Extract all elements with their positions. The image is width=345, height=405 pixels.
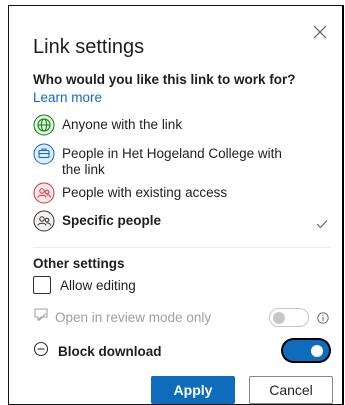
- option-label: Specific people: [62, 213, 162, 228]
- people-icon: [33, 182, 55, 204]
- allow-editing-checkbox[interactable]: Allow editing: [33, 276, 136, 294]
- review-mode-row: Open in review mode only: [33, 306, 333, 328]
- globe-icon: [33, 114, 55, 136]
- option-label: People with existing access: [62, 185, 228, 200]
- option-organization[interactable]: People in Het Hogeland College with the …: [33, 143, 293, 177]
- option-label: People in Het Hogeland College with the …: [62, 146, 282, 177]
- allow-editing-label: Allow editing: [60, 277, 136, 293]
- review-mode-toggle[interactable]: [269, 308, 309, 327]
- option-specific-people[interactable]: Specific people: [33, 210, 161, 232]
- people-icon: [33, 210, 55, 232]
- dialog-title: Link settings: [33, 36, 145, 58]
- toggle-knob: [311, 344, 323, 357]
- building-icon: [33, 143, 55, 165]
- toggle-knob: [273, 311, 285, 324]
- other-settings-title: Other settings: [33, 256, 125, 271]
- block-download-row: Block download: [33, 339, 333, 363]
- section-divider: [33, 247, 331, 248]
- block-download-toggle[interactable]: [283, 340, 329, 361]
- option-label: Anyone with the link: [62, 117, 183, 132]
- option-existing-access[interactable]: People with existing access: [33, 182, 227, 204]
- review-mode-label: Open in review mode only: [55, 309, 212, 325]
- learn-more-link[interactable]: Learn more: [33, 90, 102, 105]
- cancel-button[interactable]: Cancel: [249, 376, 333, 404]
- audience-question: Who would you like this link to work for…: [33, 72, 296, 87]
- review-icon: [33, 307, 49, 328]
- option-anyone[interactable]: Anyone with the link: [33, 114, 182, 136]
- block-download-label: Block download: [58, 343, 162, 359]
- block-icon: [33, 341, 49, 362]
- close-button[interactable]: [310, 22, 330, 42]
- apply-button[interactable]: Apply: [151, 376, 235, 404]
- checkmark-icon: [316, 216, 328, 229]
- info-icon[interactable]: [317, 311, 329, 324]
- checkbox-box[interactable]: [33, 276, 51, 294]
- close-icon: [313, 25, 327, 39]
- link-settings-dialog: Link settings Who would you like this li…: [8, 5, 344, 405]
